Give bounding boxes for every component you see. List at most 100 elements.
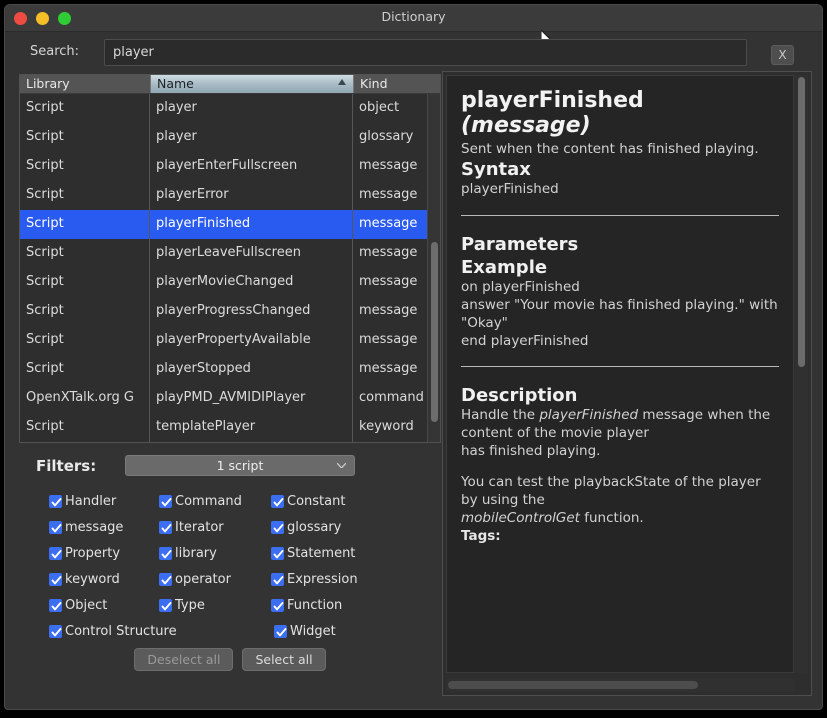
filter-checkbox-glossary[interactable]: glossary — [271, 520, 391, 535]
search-input[interactable] — [104, 39, 747, 66]
checkbox-checked-icon[interactable] — [159, 572, 172, 586]
column-header-kind[interactable]: Kind — [353, 75, 440, 93]
cell-name: templatePlayer — [150, 413, 353, 442]
cell-name: playerFinished — [150, 210, 353, 239]
filter-checkbox-label: operator — [175, 571, 231, 587]
filter-checkbox-statement[interactable]: Statement — [271, 546, 391, 561]
filter-checkbox-type[interactable]: Type — [159, 598, 271, 613]
table-row[interactable]: Script playerEnterFullscreen message — [20, 152, 440, 181]
select-all-button[interactable]: Select all — [242, 648, 326, 671]
cell-name: playerProgressChanged — [150, 297, 353, 326]
table-row[interactable]: Script playerStopped message — [20, 355, 440, 384]
detail-title-kind: (message) — [461, 113, 591, 139]
column-header-name[interactable]: Name — [150, 75, 353, 93]
filter-checkbox-constant[interactable]: Constant — [271, 494, 391, 509]
list-vertical-scrollbar-thumb[interactable] — [431, 242, 438, 422]
checkbox-checked-icon[interactable] — [159, 494, 172, 508]
cell-library: Script — [20, 297, 150, 326]
checkbox-checked-icon[interactable] — [159, 520, 172, 534]
checkbox-checked-icon[interactable] — [49, 520, 62, 534]
filter-checkbox-keyword[interactable]: keyword — [49, 572, 159, 587]
filter-checkbox-operator[interactable]: operator — [159, 572, 271, 587]
filter-checkbox-label: Object — [65, 597, 108, 613]
checkbox-checked-icon[interactable] — [271, 494, 284, 508]
checkbox-checked-icon[interactable] — [49, 494, 62, 508]
detail-title: playerFinished (message) — [461, 88, 779, 139]
filter-checkbox-row: Control Structure Widget — [19, 618, 441, 644]
filter-checkbox-property[interactable]: Property — [49, 546, 159, 561]
filter-checkbox-iterator[interactable]: Iterator — [159, 520, 271, 535]
cell-library: Script — [20, 210, 150, 239]
table-row[interactable]: Script templatePlayer keyword — [20, 413, 440, 442]
detail-parameters-heading: Parameters — [461, 233, 579, 255]
cell-name: playPMD_AVMIDIPlayer — [150, 384, 353, 413]
detail-title-name: playerFinished — [461, 88, 644, 113]
filter-checkbox-object[interactable]: Object — [49, 598, 159, 613]
detail-vertical-scrollbar-thumb[interactable] — [798, 77, 805, 367]
dictionary-list: Library Name Kind Script player object Scri… — [19, 74, 441, 443]
detail-horizontal-scrollbar-thumb[interactable] — [448, 681, 698, 689]
list-body: Script player object Script player glossary Sc… — [20, 94, 440, 442]
filter-checkbox-row: message Iterator glossary — [19, 514, 441, 540]
deselect-all-button[interactable]: Deselect all — [134, 648, 234, 671]
script-scope-dropdown[interactable]: 1 script — [125, 455, 355, 476]
filter-checkbox-handler[interactable]: Handler — [49, 494, 159, 509]
checkbox-checked-icon[interactable] — [159, 546, 172, 560]
checkbox-checked-icon[interactable] — [271, 546, 284, 560]
filters-section: Filters: 1 script Handler Command Constant… — [19, 450, 441, 680]
filter-checkbox-widget[interactable]: Widget — [274, 624, 394, 639]
detail-description-paragraph-1-line2: has finished playing. — [461, 442, 601, 459]
list-vertical-scrollbar[interactable] — [427, 94, 440, 442]
checkbox-checked-icon[interactable] — [49, 598, 62, 612]
filter-checkbox-command[interactable]: Command — [159, 494, 271, 509]
checkbox-checked-icon[interactable] — [49, 572, 62, 586]
filter-checkbox-library[interactable]: library — [159, 546, 271, 561]
checkbox-checked-icon[interactable] — [49, 546, 62, 560]
table-row[interactable]: OpenXTalk.org GplayPMD_AVMIDIPlayer comma… — [20, 384, 440, 413]
checkbox-checked-icon[interactable] — [271, 572, 284, 586]
table-row[interactable]: Script playerError message — [20, 181, 440, 210]
cell-library: OpenXTalk.org G — [20, 384, 150, 413]
table-row[interactable]: Script playerLeaveFullscreen message — [20, 239, 440, 268]
list-header-row: Library Name Kind — [20, 75, 440, 94]
clear-search-button[interactable]: X — [771, 45, 794, 65]
cell-name: player — [150, 94, 353, 123]
table-row[interactable]: Script playerMovieChanged message — [20, 268, 440, 297]
cell-library: Script — [20, 94, 150, 123]
table-row[interactable]: Script player glossary — [20, 123, 440, 152]
table-row[interactable]: Script playerFinished message — [20, 210, 440, 239]
filters-label: Filters: — [36, 457, 97, 475]
detail-horizontal-scrollbar[interactable] — [446, 678, 794, 692]
table-row[interactable]: Script player object — [20, 94, 440, 123]
cell-library: Script — [20, 326, 150, 355]
checkbox-checked-icon[interactable] — [274, 624, 287, 638]
detail-example-line-3: end playerFinished — [461, 332, 589, 349]
checkbox-checked-icon[interactable] — [271, 598, 284, 612]
table-row[interactable]: Script playerProgressChanged message — [20, 297, 440, 326]
cell-name: playerStopped — [150, 355, 353, 384]
filter-checkbox-function[interactable]: Function — [271, 598, 391, 613]
cell-library: Script — [20, 239, 150, 268]
cell-name: playerPropertyAvailable — [150, 326, 353, 355]
cell-library: Script — [20, 268, 150, 297]
filter-checkbox-control-structure[interactable]: Control Structure — [49, 624, 274, 639]
checkbox-checked-icon[interactable] — [271, 520, 284, 534]
table-row[interactable]: Script playerPropertyAvailable message — [20, 326, 440, 355]
filter-checkbox-expression[interactable]: Expression — [271, 572, 391, 587]
detail-pane: playerFinished (message) Sent when the c… — [442, 71, 812, 696]
column-header-library[interactable]: Library — [20, 75, 150, 93]
checkbox-checked-icon[interactable] — [159, 598, 172, 612]
desc-p2-em: mobileControlGet — [461, 509, 580, 526]
filter-checkbox-label: Function — [287, 597, 343, 613]
filter-checkbox-label: Property — [65, 545, 121, 561]
cell-library: Script — [20, 152, 150, 181]
filter-action-buttons: Deselect all Select all — [19, 648, 441, 671]
detail-vertical-scrollbar[interactable] — [795, 75, 808, 673]
column-header-name-label: Name — [157, 76, 194, 91]
filter-checkbox-label: Statement — [287, 545, 356, 561]
filter-checkbox-grid: Handler Command Constant message Iterator glo… — [19, 488, 441, 644]
filter-checkbox-message[interactable]: message — [49, 520, 159, 535]
detail-content: playerFinished (message) Sent when the c… — [446, 75, 794, 673]
checkbox-checked-icon[interactable] — [49, 624, 62, 638]
sort-ascending-icon — [338, 79, 346, 85]
